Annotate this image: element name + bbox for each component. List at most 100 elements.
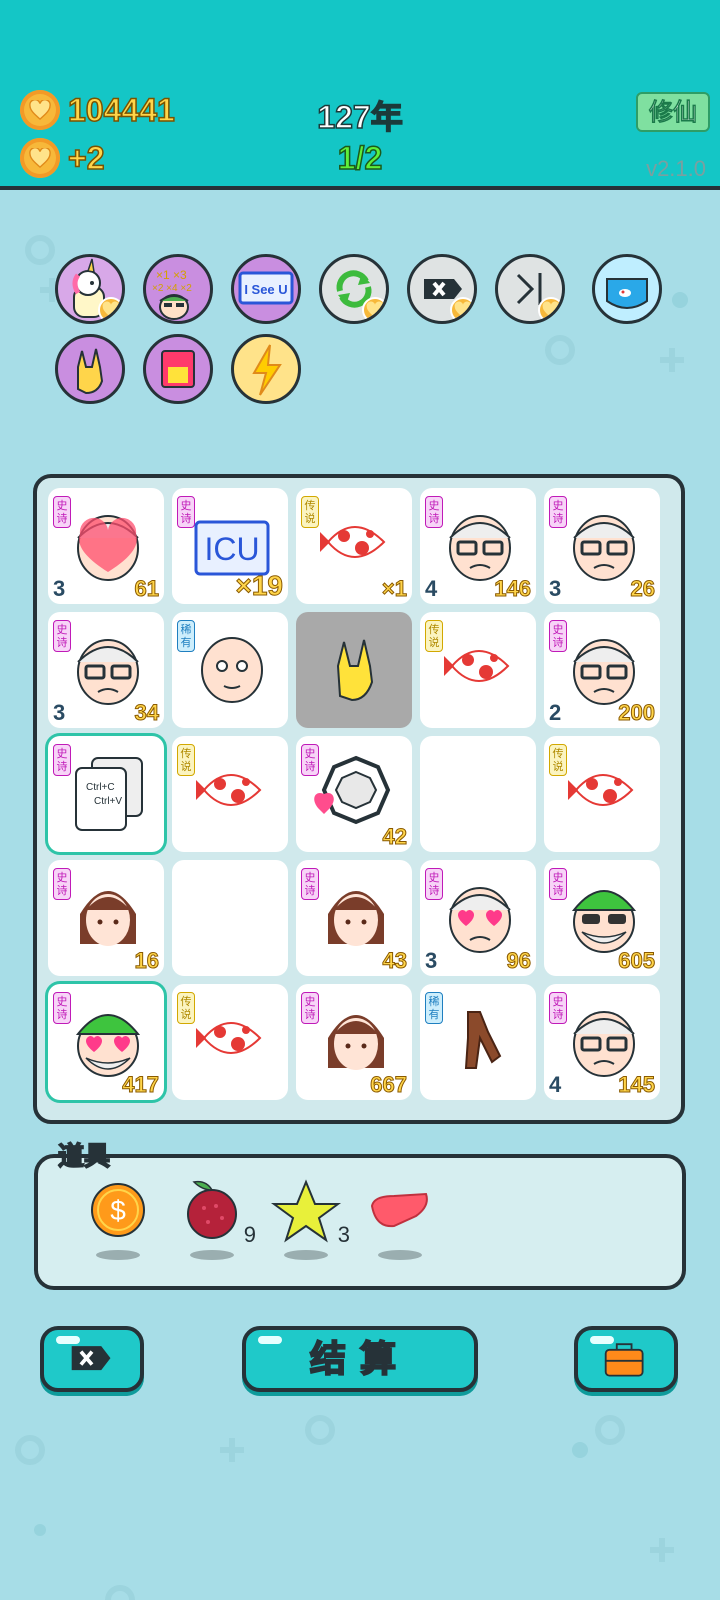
refresh-skill-button[interactable]	[319, 254, 389, 324]
stack-count: 3	[53, 576, 66, 601]
lightning-skill-button[interactable]	[231, 334, 301, 404]
board-cell[interactable]: 史诗 667	[296, 984, 412, 1100]
star-icon	[270, 1179, 342, 1243]
cell-value: 16	[134, 948, 160, 974]
year-counter: 127年	[317, 98, 404, 136]
icu-text: ICU	[204, 531, 259, 567]
board-cell[interactable]: 史诗 4 146	[420, 488, 536, 604]
briefcase-icon	[604, 1343, 644, 1377]
koi-fish-icon	[320, 526, 386, 558]
settle-button[interactable]: 结算	[242, 1326, 478, 1392]
board-cell-empty[interactable]	[172, 860, 288, 976]
item-star[interactable]: 3	[270, 1176, 350, 1266]
old-man-heart-eyes-icon	[449, 887, 511, 953]
board-cell[interactable]: 传说	[172, 984, 288, 1100]
stack-count: 3	[549, 576, 562, 601]
stack-count: 4	[425, 576, 438, 601]
board-cell[interactable]: 传说	[172, 736, 288, 852]
dollar-coin-icon: $	[91, 1183, 145, 1237]
cell-value: 61	[134, 576, 160, 602]
box-icon	[161, 350, 195, 388]
board-cell[interactable]: 史诗 417	[48, 984, 164, 1100]
board-cell[interactable]: 史诗 4 145	[544, 984, 660, 1100]
heart-badge-icon	[538, 297, 562, 321]
remove-skill-button[interactable]	[407, 254, 477, 324]
board-cell[interactable]: 史诗 3 61	[48, 488, 164, 604]
settle-label: 结算	[309, 1338, 410, 1381]
cell-value: 96	[506, 948, 532, 974]
board-cell[interactable]: 史诗 16	[48, 860, 164, 976]
heart-badge-icon	[450, 297, 474, 321]
item-coin[interactable]: $	[82, 1176, 154, 1266]
board-cell[interactable]: 史诗 42	[296, 736, 412, 852]
board-cell[interactable]: 史诗 605	[544, 860, 660, 976]
bag-button[interactable]	[574, 1326, 678, 1392]
item-count: 9	[243, 1222, 256, 1247]
board-cell[interactable]: 史诗 3 34	[48, 612, 164, 728]
rock-hand-icon	[77, 348, 104, 395]
board-cell[interactable]: 传说	[544, 736, 660, 852]
unicorn-skill-button[interactable]	[55, 254, 125, 324]
heart-badge-icon	[362, 297, 386, 321]
board-cell[interactable]: 稀有	[420, 984, 536, 1100]
i-see-u-text: I See U	[244, 282, 287, 297]
board-cell[interactable]: 史诗 Ctrl+C Ctrl+V	[48, 736, 164, 852]
heart-badge-icon	[98, 297, 122, 321]
bayberry-icon	[187, 1180, 237, 1239]
liver-icon	[370, 1192, 428, 1228]
game-board: 史诗 3 61 史诗 ICU ×19 传说 ×1 史诗 4 146 史 诗 3 …	[33, 474, 685, 1124]
cell-value: 43	[382, 948, 408, 974]
multiplier: ×1	[381, 576, 407, 602]
round-counter: 1/2	[337, 139, 383, 177]
cell-value: 605	[618, 948, 656, 974]
svg-text:×2 ×4 ×2: ×2 ×4 ×2	[152, 283, 192, 294]
board-cell[interactable]	[296, 612, 412, 728]
old-man-icon	[449, 515, 511, 581]
board-cell[interactable]: 传说 ×1	[296, 488, 412, 604]
rock-hand-skill-button[interactable]	[55, 334, 125, 404]
coin-icon	[20, 90, 60, 130]
green-hat-sunglasses-icon	[571, 890, 637, 953]
item-bayberry[interactable]: 9	[176, 1176, 256, 1266]
fishbowl-skill-button[interactable]	[592, 254, 662, 324]
board-cell[interactable]: 史诗 2 200	[544, 612, 660, 728]
remove-tag-icon	[71, 1346, 111, 1371]
i-see-u-skill-button[interactable]: I See U	[231, 254, 301, 324]
skip-skill-button[interactable]	[495, 254, 565, 324]
box-skill-button[interactable]	[143, 334, 213, 404]
top-bar: 104441 +2 127年 1/2 修仙 v2.1.0	[0, 0, 720, 190]
multiply-skill-button[interactable]: ×1 ×3 ×2 ×4 ×2	[143, 254, 213, 324]
cell-value: 667	[370, 1072, 408, 1098]
old-man-icon	[77, 639, 139, 705]
svg-text:$: $	[110, 1195, 126, 1226]
green-hat-heart-eyes-icon	[75, 1014, 141, 1077]
items-panel: $ 9 3	[34, 1154, 686, 1290]
rock-hand-icon	[336, 639, 374, 702]
ctrl-v-text: Ctrl+V	[94, 796, 122, 807]
item-shadow	[284, 1250, 328, 1260]
board-cell[interactable]: 史诗 3 26	[544, 488, 660, 604]
cell-value: 146	[494, 576, 532, 602]
coin-balance: 104441	[67, 91, 175, 129]
cell-value: 34	[134, 700, 160, 726]
board-cell[interactable]: 稀有	[172, 612, 288, 728]
multiplier: ×19	[235, 570, 283, 602]
board-cell[interactable]: 史诗 3 96	[420, 860, 536, 976]
board-cell[interactable]: 史诗 43	[296, 860, 412, 976]
cultivate-button[interactable]: 修仙	[636, 92, 710, 132]
girl-icon	[328, 1015, 384, 1070]
item-liver[interactable]	[364, 1176, 436, 1266]
girl-icon	[80, 891, 136, 946]
koi-fish-icon	[196, 774, 262, 806]
board-cell-empty[interactable]	[420, 736, 536, 852]
board-cell[interactable]: 史诗 ICU ×19	[172, 488, 288, 604]
fishbowl-icon	[606, 278, 648, 309]
old-man-icon	[573, 515, 635, 581]
remove-button[interactable]	[40, 1326, 144, 1392]
old-man-icon	[573, 1011, 635, 1077]
svg-text:×1 ×3: ×1 ×3	[156, 268, 187, 282]
cell-value: 417	[122, 1072, 160, 1098]
coin-gain: +2	[67, 139, 105, 177]
board-cell[interactable]: 传说	[420, 612, 536, 728]
old-man-icon	[573, 639, 635, 705]
